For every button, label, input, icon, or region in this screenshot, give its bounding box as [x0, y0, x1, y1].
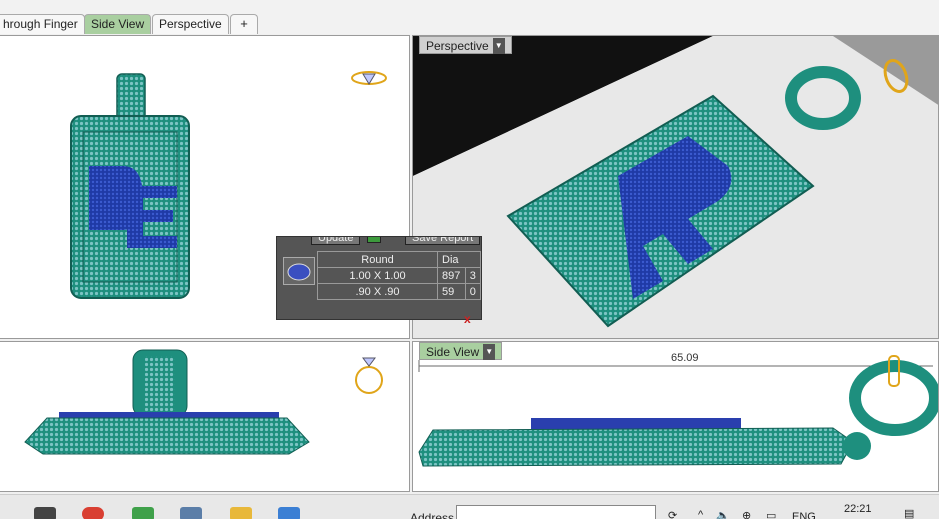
viewport-label-perspective[interactable]: Perspective ▼: [419, 36, 512, 54]
save-report-button[interactable]: Save Report: [405, 237, 481, 245]
tab-through-finger[interactable]: hrough Finger: [0, 14, 85, 34]
stone-report-table: Round Dia 1.00 X 1.00 897 3 .90 X .90 59…: [317, 251, 481, 300]
pendant-perspective-render: [413, 36, 938, 338]
taskbar: Address ⟳ ^ 🔈 ⊕ ▭ ENG 22:21 ▤: [0, 494, 939, 519]
pendant-side-render: [418, 360, 938, 467]
ring-orientation-icon[interactable]: [349, 68, 389, 93]
table-row[interactable]: .90 X .90 59 0: [317, 283, 481, 300]
chrome-icon[interactable]: [82, 507, 104, 519]
volume-icon[interactable]: 🔈: [716, 509, 730, 519]
viewport-label-side-view[interactable]: Side View ▼: [419, 342, 503, 360]
network-icon[interactable]: ⊕: [742, 509, 751, 519]
photos-icon[interactable]: [278, 507, 300, 519]
close-report-button[interactable]: x: [464, 312, 471, 326]
language-indicator[interactable]: ENG: [792, 511, 816, 519]
app-window: hrough Finger Side View Perspective + Pe…: [0, 0, 939, 519]
stone-size-cell: .90 X .90: [317, 283, 438, 300]
folder-icon[interactable]: [230, 507, 252, 519]
tab-strip: hrough Finger Side View Perspective +: [0, 0, 939, 34]
ring-orientation-icon[interactable]: [351, 350, 387, 401]
stone-extra-cell: 3: [464, 267, 481, 284]
calculator-icon[interactable]: [180, 507, 202, 519]
viewport-top[interactable]: [0, 341, 410, 492]
tab-label: Side View: [91, 17, 145, 31]
round-stone-icon: [283, 257, 315, 285]
notifications-icon[interactable]: ▤: [904, 507, 914, 519]
pendant-top-render: [24, 349, 310, 455]
stone-count-cell: 897: [437, 267, 466, 284]
stone-count-cell: 59: [437, 283, 466, 300]
viewport-label-text: Perspective: [426, 39, 489, 54]
header-cell: Dia: [437, 251, 481, 268]
viewport-side[interactable]: Side View ▼ 65.09: [412, 341, 939, 492]
stone-report-panel: Update Save Report Round Dia 1.00 X 1.00…: [276, 236, 482, 320]
tab-perspective[interactable]: Perspective: [152, 14, 229, 34]
plus-icon: +: [240, 16, 248, 31]
ring-orientation-icon[interactable]: [881, 352, 909, 395]
report-toolbar: Update Save Report: [277, 237, 481, 247]
update-button[interactable]: Update: [311, 237, 361, 245]
clock-time[interactable]: 22:21: [844, 503, 872, 515]
chevron-up-icon[interactable]: ^: [698, 509, 703, 519]
tab-label: hrough Finger: [3, 17, 78, 31]
chevron-down-icon[interactable]: ▼: [483, 344, 496, 360]
viewport-perspective[interactable]: Perspective ▼: [412, 35, 939, 339]
ring-orientation-icon[interactable]: [878, 56, 914, 99]
tab-label: Perspective: [159, 17, 222, 31]
refresh-icon[interactable]: ⟳: [668, 509, 677, 519]
task-view-icon[interactable]: [34, 507, 56, 519]
chevron-down-icon[interactable]: ▼: [492, 38, 505, 54]
app-icon[interactable]: [132, 507, 154, 519]
checkmark-icon[interactable]: [367, 237, 381, 243]
address-label: Address: [410, 511, 455, 519]
battery-icon[interactable]: ▭: [766, 509, 776, 519]
viewport-label-text: Side View: [426, 345, 480, 360]
table-header-row: Round Dia: [317, 251, 481, 268]
header-cell: Round: [317, 251, 438, 268]
tab-side-view[interactable]: Side View: [84, 14, 152, 34]
add-tab-button[interactable]: +: [230, 14, 258, 34]
dimension-label: 65.09: [671, 352, 699, 364]
stone-size-cell: 1.00 X 1.00: [317, 267, 438, 284]
table-row[interactable]: 1.00 X 1.00 897 3: [317, 267, 481, 284]
address-input[interactable]: [456, 505, 656, 519]
stone-extra-cell: 0: [464, 283, 481, 300]
